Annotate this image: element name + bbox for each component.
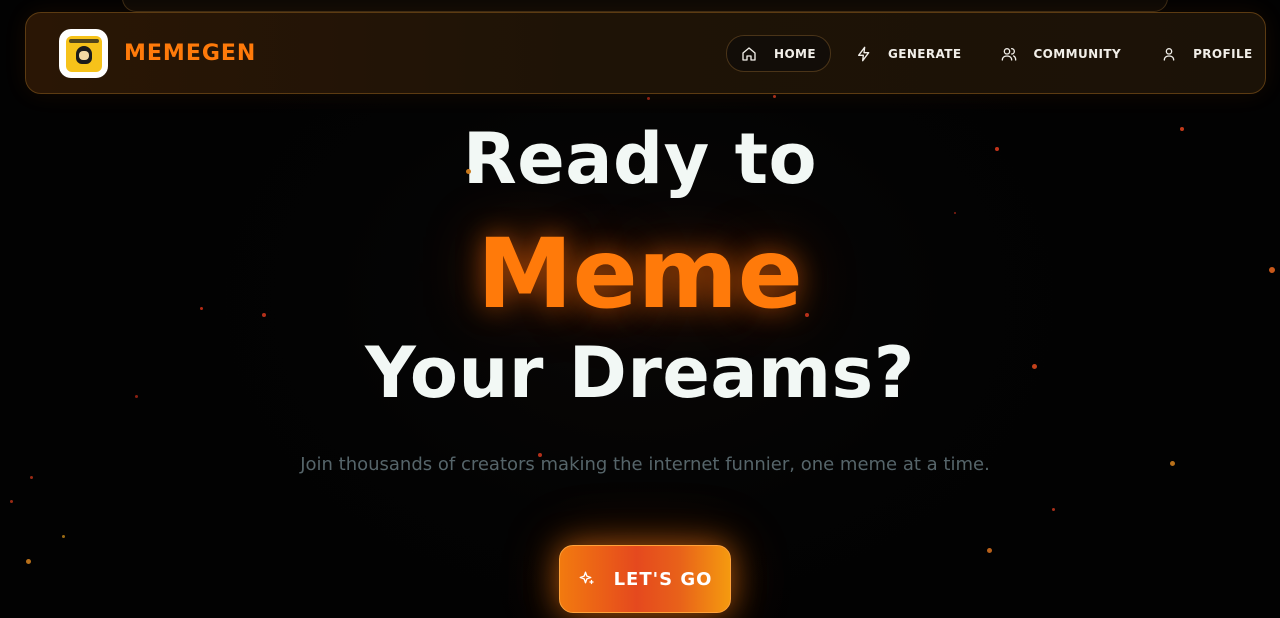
ember-particle: [26, 559, 31, 564]
ember-particle: [466, 169, 471, 174]
sparkle-icon: [579, 571, 594, 585]
lets-go-label: LET'S GO: [613, 568, 713, 590]
ember-particle: [995, 147, 999, 151]
ember-particle: [954, 212, 956, 214]
ember-particle: [1032, 364, 1037, 369]
ember-particle: [805, 313, 809, 317]
lets-go-button[interactable]: LET'S GO: [559, 545, 731, 613]
ember-particle: [1269, 267, 1275, 273]
ember-particle: [262, 313, 266, 317]
hero-subtitle: Join thousands of creators making the in…: [300, 454, 990, 475]
ember-particle: [773, 95, 776, 98]
ember-particle: [10, 500, 13, 503]
ember-particle: [1170, 461, 1175, 466]
ember-particle: [538, 453, 542, 457]
hero-title-line-3: Your Dreams?: [365, 332, 915, 414]
ember-particle: [200, 307, 203, 310]
ember-particle: [1052, 508, 1055, 511]
hero-title-line-1: Ready to: [462, 118, 818, 200]
ember-particle: [1180, 127, 1184, 131]
ember-particle: [987, 548, 992, 553]
hero-title-highlight: Meme: [477, 218, 803, 330]
ember-particle: [135, 395, 138, 398]
page: MEMEGEN HOME GENERATE COMMUNITY PROFILE …: [0, 0, 1280, 618]
ember-particle: [647, 97, 650, 100]
ember-particle: [30, 476, 33, 479]
hero-section: Ready to Meme Your Dreams? Join thousand…: [0, 0, 1280, 618]
ember-particle: [62, 535, 65, 538]
